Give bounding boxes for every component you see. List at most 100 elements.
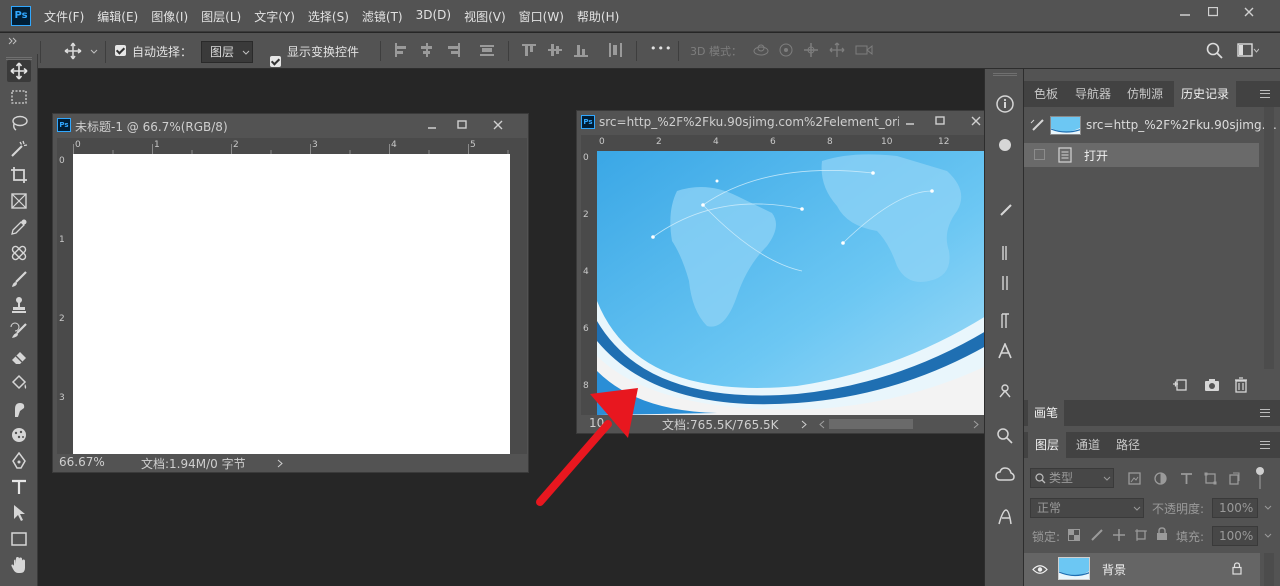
frame-tool[interactable] <box>7 190 31 212</box>
lock-position-icon[interactable] <box>1112 528 1126 542</box>
document-titlebar[interactable]: Ps src=http_%2F%2Fku.90sjimg.com%2Feleme… <box>577 111 1005 133</box>
tab-brushes[interactable]: 画笔 <box>1028 400 1064 426</box>
move-tool[interactable] <box>7 60 31 82</box>
menu-filter[interactable]: 滤镜(T) <box>362 8 403 25</box>
3d-slide-icon[interactable] <box>829 42 845 58</box>
menu-layer[interactable]: 图层(L) <box>201 8 241 25</box>
history-brush-tool[interactable] <box>7 320 31 342</box>
document-window-untitled[interactable]: Ps 未标题-1 @ 66.7%(RGB/8) 0 1 2 3 4 5 0 1 … <box>52 113 529 473</box>
trash-icon[interactable] <box>1234 377 1248 393</box>
character-styles-button[interactable] <box>993 339 1017 363</box>
brush-settings-button[interactable] <box>993 199 1017 223</box>
3d-camera-icon[interactable] <box>855 43 873 57</box>
chevron-down-icon[interactable] <box>1264 505 1272 510</box>
3d-orbit-icon[interactable] <box>752 42 770 58</box>
align-top-icon[interactable] <box>522 43 536 57</box>
auto-select-target-select[interactable]: 图层 <box>201 41 253 63</box>
menu-3d[interactable]: 3D(D) <box>416 8 451 25</box>
search-icon[interactable] <box>1206 42 1224 60</box>
paint-bucket-tool[interactable] <box>7 372 31 394</box>
lock-image-pixels-icon[interactable] <box>1090 528 1104 542</box>
search-panel-button[interactable] <box>993 424 1017 448</box>
filter-toggle[interactable] <box>1254 467 1264 491</box>
align-middle-vertical-icon[interactable] <box>548 43 562 57</box>
horizontal-scrollbar-thumb[interactable] <box>829 419 913 429</box>
image-filter-icon[interactable] <box>1128 472 1141 485</box>
layers-scrollbar[interactable] <box>1264 553 1274 586</box>
doc-maximize-button[interactable] <box>455 118 471 132</box>
maximize-button[interactable] <box>1198 4 1228 20</box>
history-scrollbar[interactable] <box>1264 107 1274 369</box>
menu-help[interactable]: 帮助(H) <box>577 8 619 25</box>
properties-panel-button[interactable] <box>993 133 1017 157</box>
panel-menu-icon[interactable] <box>1260 409 1270 417</box>
smudge-tool[interactable] <box>7 398 31 420</box>
doc-minimize-button[interactable] <box>903 114 919 128</box>
sponge-tool[interactable] <box>7 424 31 446</box>
type-filter-icon[interactable] <box>1180 472 1193 485</box>
history-state-checkbox[interactable] <box>1034 149 1045 160</box>
distribute-vertical-icon[interactable] <box>480 43 494 57</box>
chevron-left-icon[interactable] <box>819 420 825 429</box>
rectangle-tool[interactable] <box>7 528 31 550</box>
chevron-down-icon[interactable] <box>1264 533 1272 538</box>
clone-source-button[interactable] <box>993 379 1017 403</box>
new-document-from-state-icon[interactable] <box>1172 378 1188 392</box>
adjustment-filter-icon[interactable] <box>1154 472 1167 485</box>
history-state-row[interactable]: 打开 <box>1024 143 1259 167</box>
menu-view[interactable]: 视图(V) <box>464 8 506 25</box>
chevron-right-icon[interactable] <box>277 459 283 468</box>
document-titlebar[interactable]: Ps 未标题-1 @ 66.7%(RGB/8) <box>53 114 528 136</box>
shape-filter-icon[interactable] <box>1204 472 1217 485</box>
tab-channels[interactable]: 通道 <box>1070 432 1106 458</box>
doc-close-button[interactable] <box>969 114 985 128</box>
auto-select-checkbox[interactable] <box>115 45 126 56</box>
minimize-button[interactable] <box>1170 4 1200 20</box>
blank-canvas[interactable] <box>73 154 510 454</box>
chevron-right-icon[interactable] <box>973 420 979 429</box>
libraries-panel-button[interactable] <box>993 463 1017 487</box>
menu-window[interactable]: 窗口(W) <box>519 8 564 25</box>
smart-object-filter-icon[interactable] <box>1228 472 1241 485</box>
lock-artboard-icon[interactable] <box>1134 528 1148 542</box>
tab-layers[interactable]: 图层 <box>1028 432 1066 458</box>
menu-image[interactable]: 图像(I) <box>151 8 188 25</box>
pen-tool[interactable] <box>7 450 31 472</box>
align-bottom-icon[interactable] <box>574 43 588 57</box>
close-window-button[interactable] <box>1234 4 1264 20</box>
eye-icon[interactable] <box>1032 564 1048 575</box>
info-panel-button[interactable] <box>993 92 1017 116</box>
more-options-button[interactable]: ••• <box>650 42 672 55</box>
fill-field[interactable]: 100% <box>1212 526 1258 546</box>
brush-tool[interactable] <box>7 268 31 290</box>
layer-filter-select[interactable]: 类型 <box>1030 468 1114 488</box>
tab-swatches[interactable]: 色板 <box>1030 81 1062 107</box>
collapse-toolbar-icon[interactable] <box>8 37 18 47</box>
doc-minimize-button[interactable] <box>425 118 441 132</box>
quick-selection-tool[interactable] <box>7 138 31 160</box>
menu-edit[interactable]: 编辑(E) <box>97 8 138 25</box>
tab-history[interactable]: 历史记录 <box>1174 81 1236 107</box>
tab-paths[interactable]: 路径 <box>1110 432 1146 458</box>
move-tool-preset-icon[interactable] <box>64 42 82 60</box>
eyedropper-tool[interactable] <box>7 216 31 238</box>
show-transform-checkbox[interactable] <box>270 56 281 67</box>
path-selection-tool[interactable] <box>7 502 31 524</box>
lock-transparent-pixels-icon[interactable] <box>1068 529 1080 541</box>
workspace-icon[interactable] <box>1237 43 1259 59</box>
paragraph-panel-button[interactable] <box>993 271 1017 295</box>
align-right-icon[interactable] <box>446 43 460 57</box>
marquee-tool[interactable] <box>7 86 31 108</box>
healing-brush-tool[interactable] <box>7 242 31 264</box>
3d-pan-icon[interactable] <box>803 42 819 58</box>
type-tool[interactable] <box>7 476 31 498</box>
adjustment-panel-button[interactable] <box>993 505 1017 529</box>
crop-tool[interactable] <box>7 164 31 186</box>
tab-navigator[interactable]: 导航器 <box>1068 81 1118 107</box>
opacity-field[interactable]: 100% <box>1212 498 1258 518</box>
lock-all-icon[interactable] <box>1156 527 1168 541</box>
blend-mode-select[interactable]: 正常 <box>1030 498 1144 518</box>
chevron-right-icon[interactable] <box>801 420 807 429</box>
hand-tool[interactable] <box>7 554 31 576</box>
history-snapshot[interactable]: src=http_%2F%2Fku.90sjimg.... <box>1024 107 1280 141</box>
